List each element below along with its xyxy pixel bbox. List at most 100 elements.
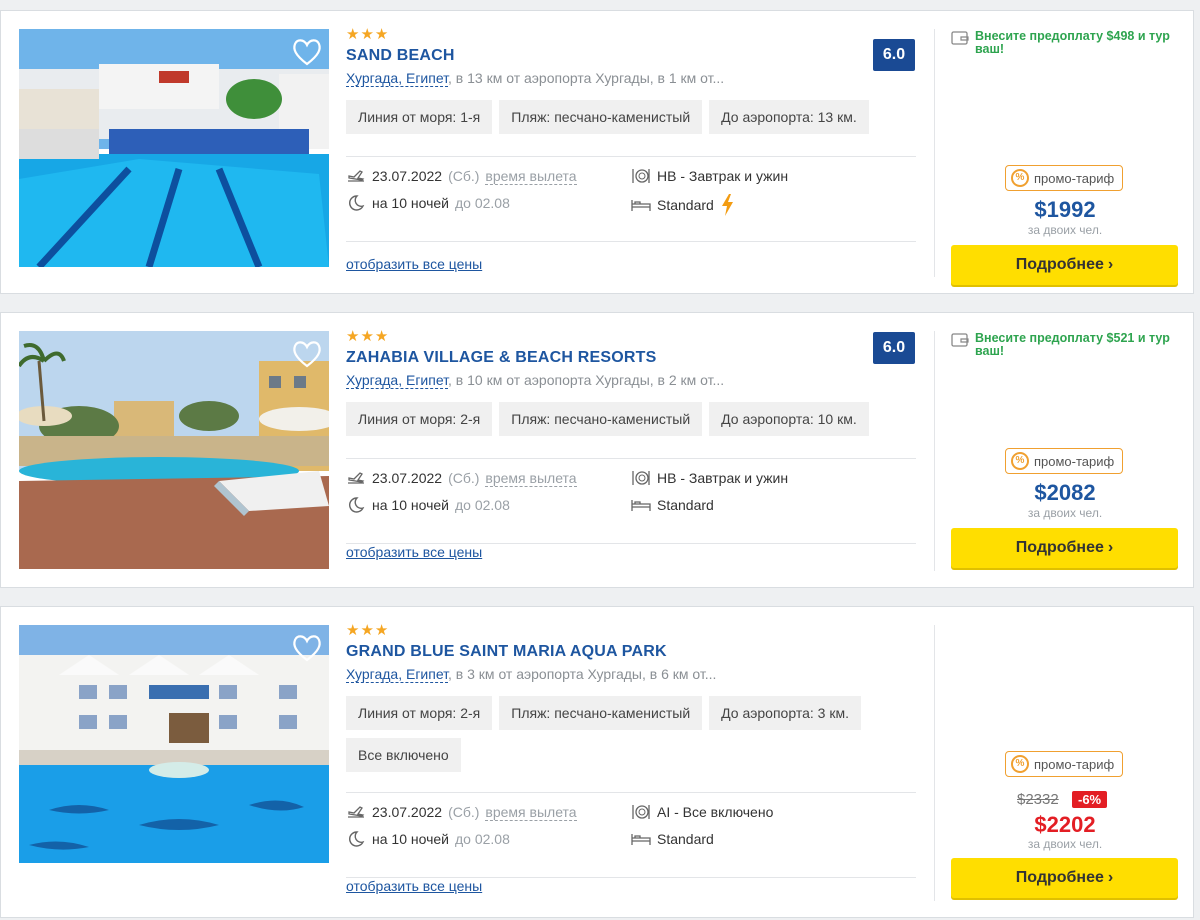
- meal-row: AI - Все включено: [631, 803, 773, 821]
- promo-tariff-badge: % промо-тариф: [1005, 448, 1124, 474]
- plane-icon: [348, 170, 365, 182]
- nights-count: на 10 ночей: [372, 497, 449, 513]
- departure-time-link[interactable]: время вылета: [485, 804, 577, 821]
- bed-icon: [631, 834, 651, 845]
- hotel-photo[interactable]: [19, 331, 329, 569]
- details-button[interactable]: Подробнее ›: [951, 528, 1178, 568]
- show-all-prices-link[interactable]: отобразить все цены: [346, 256, 482, 272]
- promo-label: промо-тариф: [1034, 453, 1115, 469]
- departure-date: 23.07.2022: [372, 804, 443, 820]
- moon-icon: [349, 831, 365, 847]
- bed-icon: [631, 500, 651, 511]
- meal-plan: HB - Завтрак и ужин: [657, 470, 789, 486]
- favorite-heart-icon[interactable]: [291, 339, 323, 369]
- details-button-label: Подробнее: [1015, 256, 1104, 273]
- details-button-label: Подробнее: [1015, 539, 1104, 556]
- location-distance: , в 13 км от аэропорта Хургады, в 1 км о…: [448, 70, 725, 86]
- weekday: (Сб.): [448, 804, 480, 820]
- price-per-label: за двоих чел.: [1027, 223, 1103, 237]
- weekday: (Сб.): [448, 168, 480, 184]
- percent-icon: %: [1011, 755, 1029, 773]
- lightning-icon: [721, 194, 733, 216]
- favorite-heart-icon[interactable]: [291, 633, 323, 663]
- percent-icon: %: [1011, 452, 1029, 470]
- tag-beach: Пляж: песчано-каменистый: [499, 100, 703, 134]
- prepay-notice: Внесите предоплату $498 и тур ваш!: [951, 30, 1176, 56]
- prepay-text: Внесите предоплату $498 и тур ваш!: [975, 29, 1170, 56]
- location-link[interactable]: Хургада, Египет: [346, 666, 449, 683]
- show-all-prices-link[interactable]: отобразить все цены: [346, 544, 482, 560]
- departure-date: 23.07.2022: [372, 168, 443, 184]
- room-row: Standard: [631, 194, 734, 216]
- hotel-tags: Линия от моря: 2-я Пляж: песчано-каменис…: [346, 402, 906, 436]
- location-link[interactable]: Хургада, Египет: [346, 70, 449, 87]
- tour-price: $2082: [1034, 480, 1096, 505]
- prepay-notice: Внесите предоплату $521 и тур ваш!: [951, 332, 1176, 358]
- hotel-location: Хургада, Египет, в 10 км от аэропорта Ху…: [346, 372, 916, 389]
- tag-sea-line: Линия от моря: 2-я: [346, 696, 493, 730]
- promo-tariff-badge: % промо-тариф: [1005, 165, 1124, 191]
- tag-airport-distance: До аэропорта: 13 км.: [709, 100, 869, 134]
- hotel-info: ★★★ SAND BEACH Хургада, Египет, в 13 км …: [346, 27, 916, 134]
- wallet-icon: [951, 31, 969, 45]
- tag-airport-distance: До аэропорта: 3 км.: [709, 696, 861, 730]
- tour-details: 23.07.2022 (Сб.) время вылета на 10 ноче…: [346, 792, 916, 878]
- nights-row: на 10 ночей до 02.08: [346, 194, 510, 212]
- hotel-location: Хургада, Египет, в 3 км от аэропорта Хур…: [346, 666, 916, 683]
- rating-badge: 6.0: [873, 332, 915, 364]
- tour-details: 23.07.2022 (Сб.) время вылета на 10 ноче…: [346, 156, 916, 242]
- plane-icon: [348, 806, 365, 818]
- flight-row: 23.07.2022 (Сб.) время вылета: [346, 167, 577, 185]
- favorite-heart-icon[interactable]: [291, 37, 323, 67]
- tour-details: 23.07.2022 (Сб.) время вылета на 10 ноче…: [346, 458, 916, 544]
- hotel-photo[interactable]: [19, 29, 329, 267]
- chevron-right-icon: ›: [1107, 256, 1114, 273]
- location-distance: , в 10 км от аэропорта Хургады, в 2 км о…: [448, 372, 725, 388]
- details-button[interactable]: Подробнее ›: [951, 245, 1178, 285]
- bed-icon: [631, 200, 651, 211]
- moon-icon: [349, 497, 365, 513]
- promo-label: промо-тариф: [1034, 756, 1115, 772]
- flight-row: 23.07.2022 (Сб.) время вылета: [346, 803, 577, 821]
- plane-icon: [348, 472, 365, 484]
- plate-cutlery-icon: [632, 805, 650, 819]
- hotel-name-link[interactable]: GRAND BLUE SAINT MARIA AQUA PARK: [346, 643, 916, 661]
- price-panel: Внесите предоплату $498 и тур ваш! % про…: [934, 29, 1179, 285]
- location-link[interactable]: Хургада, Египет: [346, 372, 449, 389]
- tag-beach: Пляж: песчано-каменистый: [499, 402, 703, 436]
- tag-sea-line: Линия от моря: 1-я: [346, 100, 493, 134]
- hotel-info: ★★★ ZAHABIA VILLAGE & BEACH RESORTS Хург…: [346, 329, 916, 436]
- hotel-tags: Линия от моря: 1-я Пляж: песчано-каменис…: [346, 100, 906, 134]
- departure-time-link[interactable]: время вылета: [485, 168, 577, 185]
- rating-badge: 6.0: [873, 39, 915, 71]
- hotel-name-link[interactable]: SAND BEACH: [346, 47, 916, 65]
- price-per-label: за двоих чел.: [1027, 837, 1103, 851]
- hotel-name-link[interactable]: ZAHABIA VILLAGE & BEACH RESORTS: [346, 349, 916, 367]
- chevron-right-icon: ›: [1107, 869, 1114, 886]
- meal-row: HB - Завтрак и ужин: [631, 469, 788, 487]
- return-date: до 02.08: [454, 831, 510, 847]
- hotel-photo[interactable]: [19, 625, 329, 863]
- tour-price: $1992: [1034, 197, 1096, 222]
- return-date: до 02.08: [454, 195, 510, 211]
- tag-sea-line: Линия от моря: 2-я: [346, 402, 493, 436]
- price-panel: Внесите предоплату $521 и тур ваш! % про…: [934, 331, 1179, 571]
- details-button[interactable]: Подробнее ›: [951, 858, 1178, 898]
- percent-icon: %: [1011, 169, 1029, 187]
- hotel-card: ★★★ GRAND BLUE SAINT MARIA AQUA PARK Хур…: [0, 606, 1194, 918]
- plate-cutlery-icon: [632, 169, 650, 183]
- departure-time-link[interactable]: время вылета: [485, 470, 577, 487]
- location-distance: , в 3 км от аэропорта Хургады, в 6 км от…: [448, 666, 717, 682]
- show-all-prices-link[interactable]: отобразить все цены: [346, 878, 482, 894]
- tag-beach: Пляж: песчано-каменистый: [499, 696, 703, 730]
- discount-badge: -6%: [1072, 791, 1108, 808]
- meal-plan: HB - Завтрак и ужин: [657, 168, 789, 184]
- plate-cutlery-icon: [632, 471, 650, 485]
- moon-icon: [349, 195, 365, 211]
- price-panel: % промо-тариф $2332 -6% $2202 за двоих ч…: [934, 625, 1179, 901]
- meal-row: HB - Завтрак и ужин: [631, 167, 788, 185]
- old-price: $2332: [1017, 791, 1059, 808]
- departure-date: 23.07.2022: [372, 470, 443, 486]
- hotel-card: ★★★ ZAHABIA VILLAGE & BEACH RESORTS Хург…: [0, 312, 1194, 588]
- star-rating: ★★★: [346, 26, 390, 43]
